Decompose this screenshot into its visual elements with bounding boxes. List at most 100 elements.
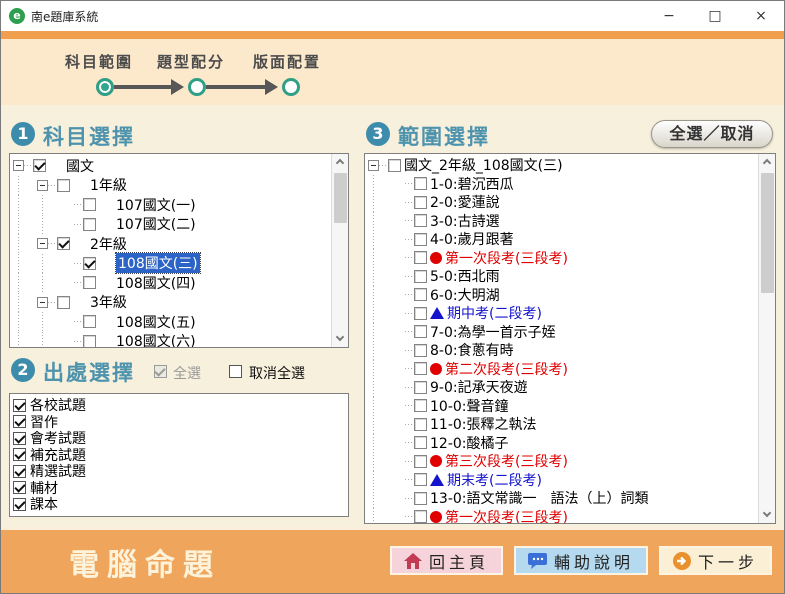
tree-checkbox[interactable] <box>83 198 96 211</box>
tree-checkbox[interactable] <box>414 344 427 357</box>
tree-item-label[interactable]: 108國文(四) <box>116 273 196 293</box>
tree-checkbox[interactable] <box>414 288 427 301</box>
tree-item-label[interactable]: 第一次段考(三段考) <box>445 248 568 268</box>
tree-item-label[interactable]: 3年級 <box>90 292 127 312</box>
tree-item-label[interactable]: 第一次段考(三段考) <box>445 507 568 523</box>
tree-item-label[interactable]: 108國文(三) <box>116 253 200 273</box>
help-button[interactable]: 輔助說明 <box>514 546 648 575</box>
tree-item-label[interactable]: 1年級 <box>90 175 127 195</box>
tree-checkbox[interactable] <box>414 455 427 468</box>
collapse-minus-icon[interactable] <box>13 160 24 171</box>
tree-checkbox[interactable] <box>57 237 70 250</box>
tree-checkbox[interactable] <box>414 251 427 264</box>
collapse-minus-icon[interactable] <box>37 297 48 308</box>
tree-item-label[interactable]: 國文_2年級_108國文(三) <box>404 155 563 175</box>
tree-item-label[interactable]: 107國文(二) <box>116 214 196 234</box>
tree-guide-line <box>35 254 59 274</box>
source-checkbox[interactable] <box>13 481 26 494</box>
tree-checkbox[interactable] <box>414 325 427 338</box>
tree-item-label[interactable]: 8-0:食蔥有時 <box>430 340 514 360</box>
tree-item-label[interactable]: 3-0:古詩選 <box>430 211 500 231</box>
collapse-minus-icon[interactable] <box>37 180 48 191</box>
subject-tree-scrollbar[interactable] <box>331 154 348 347</box>
range-tree-scrollbar[interactable] <box>758 154 775 523</box>
tree-row: 107國文(二) <box>11 215 330 235</box>
tree-item-label[interactable]: 7-0:為學一首示子姪 <box>430 322 556 342</box>
tree-checkbox[interactable] <box>414 399 427 412</box>
tree-checkbox[interactable] <box>414 214 427 227</box>
source-checkbox[interactable] <box>13 432 26 445</box>
tree-item-label[interactable]: 107國文(一) <box>116 195 196 215</box>
tree-item-label[interactable]: 期末考(二段考) <box>447 470 542 490</box>
tree-item-label[interactable]: 9-0:記承天夜遊 <box>430 377 528 397</box>
close-button[interactable]: × <box>738 1 784 31</box>
tree-item-label[interactable]: 第二次段考(三段考) <box>445 359 568 379</box>
select-toggle-button[interactable]: 全選／取消 <box>651 120 773 148</box>
tree-checkbox[interactable] <box>414 233 427 246</box>
tree-checkbox[interactable] <box>414 196 427 209</box>
select-all-label: 全選 <box>173 363 201 383</box>
tree-checkbox[interactable] <box>414 270 427 283</box>
tree-checkbox[interactable] <box>414 510 427 523</box>
tree-checkbox[interactable] <box>83 315 96 328</box>
tree-checkbox[interactable] <box>414 307 427 320</box>
subject-tree: 國文1年級107國文(一)107國文(二)2年級108國文(三)108國文(四)… <box>11 155 330 347</box>
collapse-minus-icon[interactable] <box>368 160 379 171</box>
tree-item-label[interactable]: 11-0:張釋之執法 <box>430 414 537 434</box>
select-all-checkbox[interactable] <box>154 365 167 378</box>
source-checkbox[interactable] <box>13 448 26 461</box>
tree-guide-line <box>74 204 83 205</box>
tree-checkbox[interactable] <box>83 257 96 270</box>
scrollbar-thumb[interactable] <box>334 173 347 223</box>
tree-checkbox[interactable] <box>57 179 70 192</box>
home-button[interactable]: 回主頁 <box>390 546 503 575</box>
tree-checkbox[interactable] <box>83 276 96 289</box>
tree-item-label[interactable]: 2年級 <box>90 234 127 254</box>
scroll-down-icon[interactable] <box>332 331 349 347</box>
tree-checkbox[interactable] <box>414 473 427 486</box>
source-checkbox[interactable] <box>13 415 26 428</box>
tree-item-label[interactable]: 12-0:酸橘子 <box>430 433 509 453</box>
tree-checkbox[interactable] <box>33 159 46 172</box>
tree-checkbox[interactable] <box>414 362 427 375</box>
minimize-button[interactable]: − <box>646 1 692 31</box>
tree-checkbox[interactable] <box>388 159 401 172</box>
collapse-minus-icon[interactable] <box>37 238 48 249</box>
maximize-button[interactable]: □ <box>692 1 738 31</box>
tree-item-label[interactable]: 108國文(六) <box>116 331 196 347</box>
tree-checkbox[interactable] <box>57 296 70 309</box>
scroll-up-icon[interactable] <box>332 154 349 170</box>
tree-item-label[interactable]: 4-0:歲月跟著 <box>430 229 514 249</box>
tree-item-label[interactable]: 6-0:大明湖 <box>430 285 500 305</box>
scrollbar-thumb[interactable] <box>761 173 774 293</box>
source-item-label[interactable]: 課本 <box>30 494 58 514</box>
tree-item-label[interactable]: 2-0:愛蓮說 <box>430 192 500 212</box>
tree-item-label[interactable]: 第三次段考(三段考) <box>445 451 568 471</box>
tree-item-label[interactable]: 5-0:西北雨 <box>430 266 500 286</box>
tree-checkbox[interactable] <box>414 177 427 190</box>
deselect-all-checkbox[interactable] <box>229 365 242 378</box>
tree-guide-line <box>405 498 414 499</box>
tree-checkbox[interactable] <box>414 381 427 394</box>
source-checkbox[interactable] <box>13 465 26 478</box>
tree-item-label[interactable]: 10-0:聲音鐘 <box>430 396 509 416</box>
tree-row: 3年級 <box>11 293 330 313</box>
tree-checkbox[interactable] <box>414 418 427 431</box>
tree-item-label[interactable]: 期中考(二段考) <box>447 303 542 323</box>
tree-item-label[interactable]: 1-0:碧沉西瓜 <box>430 174 514 194</box>
tree-item-label[interactable]: 國文 <box>66 156 94 176</box>
step-circle-2[interactable] <box>188 78 206 96</box>
step-circle-3[interactable] <box>282 78 300 96</box>
next-step-button[interactable]: 下一步 <box>659 546 772 575</box>
source-checkbox[interactable] <box>13 399 26 412</box>
scroll-down-icon[interactable] <box>759 507 776 523</box>
step-circle-1[interactable] <box>96 78 114 96</box>
tree-checkbox[interactable] <box>414 492 427 505</box>
tree-item-label[interactable]: 108國文(五) <box>116 312 196 332</box>
tree-checkbox[interactable] <box>414 436 427 449</box>
tree-checkbox[interactable] <box>83 218 96 231</box>
tree-item-label[interactable]: 13-0:語文常識一 語法（上）詞類 <box>430 488 649 508</box>
tree-checkbox[interactable] <box>83 335 96 347</box>
source-checkbox[interactable] <box>13 498 26 511</box>
scroll-up-icon[interactable] <box>759 154 776 170</box>
